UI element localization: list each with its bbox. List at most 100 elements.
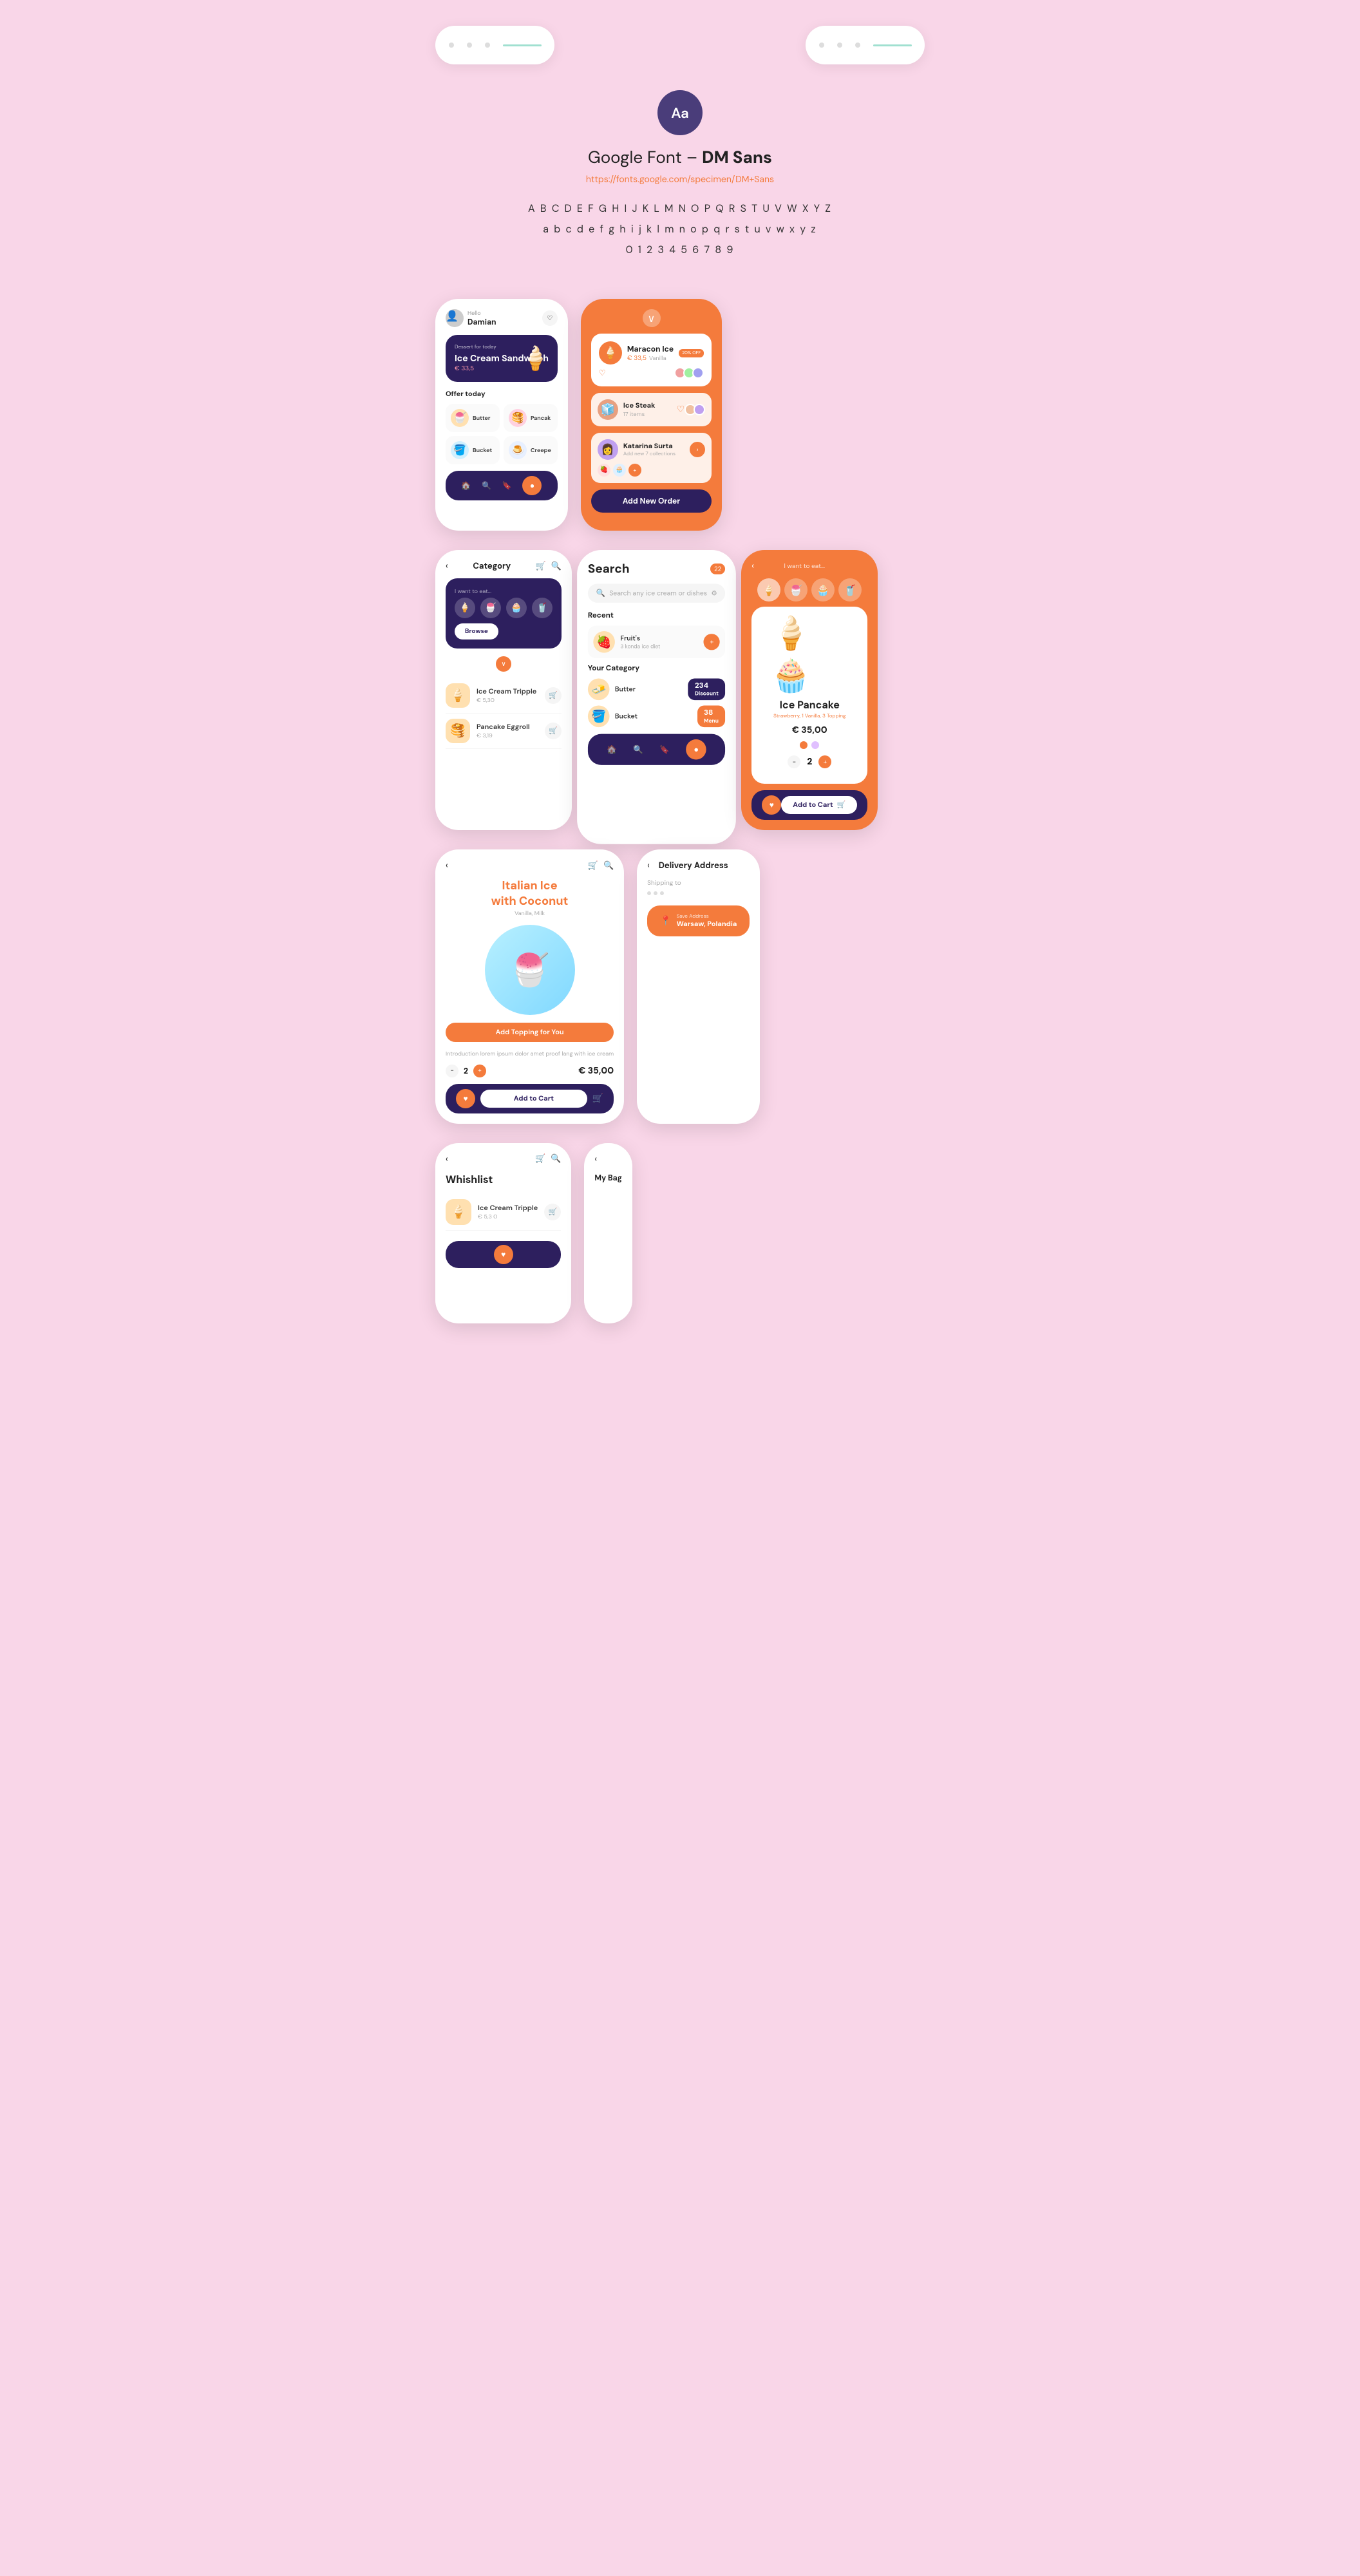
phone-wishlist: ‹ 🛒 🔍 Whishlist 🍦 Ice Cream Tripple € 5,… bbox=[435, 1143, 571, 1323]
p2-cat2-badge: 38 Menu bbox=[697, 706, 726, 728]
p1-item-butter[interactable]: 🍧 Butter bbox=[446, 404, 500, 432]
p1-bookmark-icon[interactable]: 🔖 bbox=[502, 480, 512, 491]
p5-product-title-line2: with Coconut bbox=[446, 895, 614, 909]
font-title: Google Font – DM Sans bbox=[528, 147, 832, 169]
p5-topping-btn[interactable]: Add Topping for You bbox=[446, 1023, 614, 1042]
p1-home-icon[interactable]: 🏠 bbox=[461, 480, 471, 491]
font-section: Aa Google Font – DM Sans https://fonts.g… bbox=[528, 90, 832, 260]
p4-category-icons: 🍦 🍧 🧁 🥤 bbox=[455, 598, 552, 618]
p6-plus-btn[interactable]: + bbox=[818, 755, 831, 768]
p5-fav-btn[interactable]: ♥ bbox=[456, 1089, 475, 1108]
p1-avatar: 👤 bbox=[446, 309, 464, 327]
p6-product-card: 🍦🧁 Ice Pancake Strawberry, 1 Vanilla, 3 … bbox=[751, 607, 867, 784]
p2-cat1-badge: 234 Discount bbox=[688, 679, 725, 701]
p6-minus-btn[interactable]: − bbox=[788, 755, 800, 768]
p6-add-to-cart-btn[interactable]: Add to Cart 🛒 bbox=[781, 796, 857, 814]
top-partial-phones bbox=[435, 26, 925, 64]
p2-search-title: Search bbox=[588, 561, 630, 577]
p1-nav-bar: 🏠 🔍 🔖 ● bbox=[446, 471, 558, 500]
p6-color-options bbox=[760, 741, 858, 749]
p2-cat-butter[interactable]: 🧈 Butter 234 Discount bbox=[588, 679, 725, 701]
p7-fav-btn[interactable]: ♥ bbox=[494, 1245, 513, 1264]
p8-dots bbox=[647, 891, 750, 895]
phone-home: 👤 Hello Damian ♡ Dessert for today Ice C… bbox=[435, 299, 568, 531]
p1-username: Damian bbox=[468, 317, 496, 327]
p5-cart-icon[interactable]: 🛒 bbox=[588, 860, 598, 871]
p6-cart-icon: 🛒 bbox=[837, 800, 846, 810]
p2-cat-bucket[interactable]: 🪣 Bucket 38 Menu bbox=[588, 706, 725, 728]
p5-minus-btn[interactable]: − bbox=[446, 1065, 458, 1077]
p3-katarina-card[interactable]: 👩 Katarina Surta Add new 7 collections ›… bbox=[591, 433, 712, 483]
p5-product-image: 🍧 bbox=[485, 925, 575, 1015]
p1-item-pancak[interactable]: 🥞 Pancak bbox=[504, 404, 558, 432]
p6-product-image: 🍦🧁 bbox=[771, 616, 848, 693]
p4-search-icon[interactable]: 🔍 bbox=[551, 561, 562, 572]
p6-quantity-row: − 2 + bbox=[760, 755, 858, 768]
p5-search-icon[interactable]: 🔍 bbox=[603, 860, 614, 871]
p2-notification-badge: 22 bbox=[710, 564, 725, 574]
p3-add-order-btn[interactable]: Add New Order bbox=[591, 489, 712, 513]
katarina-collection-icons: 🍓 🧁 + bbox=[598, 464, 705, 477]
p4-title: Category bbox=[473, 561, 511, 572]
phone-delivery: ‹ Delivery Address Shipping to 📍 Save Ad… bbox=[637, 849, 760, 1124]
p2-bookmark-icon[interactable]: 🔖 bbox=[659, 744, 670, 755]
p1-item-bucket[interactable]: 🪣 Bucket bbox=[446, 436, 500, 464]
p6-back-icon[interactable]: ‹ bbox=[751, 560, 754, 572]
font-link[interactable]: https://fonts.google.com/specimen/DM+San… bbox=[528, 174, 832, 185]
p2-search-bar[interactable]: 🔍 Search any ice cream or dishes ⚙ bbox=[588, 584, 725, 603]
p6-nav-bar: ♥ Add to Cart 🛒 bbox=[751, 790, 867, 820]
p2-search-nav-icon[interactable]: 🔍 bbox=[633, 744, 643, 755]
p3-ice-steak-card[interactable]: 🧊 Ice Steak 17 items ♡ bbox=[591, 393, 712, 426]
p2-recent-add-btn[interactable]: + bbox=[704, 634, 720, 650]
p3-chevron-icon[interactable]: ∨ bbox=[643, 309, 661, 327]
p6-favorite-btn[interactable]: ♥ bbox=[762, 795, 781, 815]
p2-active-btn[interactable]: ● bbox=[686, 739, 706, 760]
p7-search-icon[interactable]: 🔍 bbox=[551, 1153, 561, 1164]
p4-chevron-icon[interactable]: ∨ bbox=[496, 656, 511, 672]
p1-offers-grid: 🍧 Butter 🥞 Pancak 🪣 Bucket 🍮 Creepe bbox=[446, 404, 558, 464]
p3-avatars bbox=[677, 367, 704, 379]
p4-back-icon[interactable]: ‹ bbox=[446, 560, 448, 572]
p5-back-icon[interactable]: ‹ bbox=[446, 860, 448, 871]
katarina-arrow-icon[interactable]: › bbox=[690, 442, 705, 457]
p1-active-btn[interactable]: ● bbox=[522, 476, 542, 495]
p4-browse-btn[interactable]: Browse bbox=[455, 623, 498, 639]
p8-pin-icon: 📍 bbox=[660, 915, 671, 927]
p7-back-icon[interactable]: ‹ bbox=[446, 1153, 448, 1165]
p8-back-icon[interactable]: ‹ bbox=[647, 860, 650, 871]
p4-cart-icon[interactable]: 🛒 bbox=[536, 561, 546, 572]
p2-filter-icon[interactable]: ⚙ bbox=[711, 589, 717, 598]
phone-collection: ∨ 🍦 Maracon Ice € 33,5 Vanilla 20% OFF bbox=[581, 299, 722, 531]
p2-search-icon: 🔍 bbox=[596, 589, 605, 598]
p2-nav-bar: 🏠 🔍 🔖 ● bbox=[588, 734, 725, 765]
p4-item-2[interactable]: 🥞 Pancake Eggroll € 3,19 🛒 bbox=[446, 714, 562, 749]
p5-qty-row: − 2 + € 35,00 bbox=[446, 1065, 614, 1077]
font-badge: Aa bbox=[657, 90, 703, 135]
p3-maracon-card[interactable]: 🍦 Maracon Ice € 33,5 Vanilla 20% OFF ♡ bbox=[591, 334, 712, 386]
p5-plus-btn[interactable]: + bbox=[473, 1065, 486, 1077]
p4-purple-banner: I want to eat... 🍦 🍧 🧁 🥤 Browse bbox=[446, 578, 562, 649]
phone-category: ‹ Category 🛒 🔍 I want to eat... 🍦 🍧 🧁 🥤 bbox=[435, 550, 572, 830]
p2-recent-item[interactable]: 🍓 Fruit's 3 konda ice diet + bbox=[588, 626, 725, 658]
p1-search-nav-icon[interactable]: 🔍 bbox=[482, 480, 491, 491]
p7-wishlist-item-1[interactable]: 🍦 Ice Cream Tripple € 5,3 0 🛒 bbox=[446, 1194, 561, 1231]
p5-cart-nav-icon[interactable]: 🛒 bbox=[592, 1093, 603, 1104]
p4-item-1[interactable]: 🍦 Ice Cream Tripple € 5,30 🛒 bbox=[446, 678, 562, 714]
phone-italian-ice: ‹ 🛒 🔍 Italian Ice with Coconut Vanilla, … bbox=[435, 849, 624, 1124]
p5-product-title-line1: Italian Ice bbox=[446, 879, 614, 893]
p7-cart-btn[interactable]: 🛒 bbox=[544, 1204, 561, 1220]
p4-cart-btn-2[interactable]: 🛒 bbox=[545, 723, 562, 739]
bag-back-icon[interactable]: ‹ bbox=[594, 1153, 597, 1165]
p5-nav-bar: ♥ Add to Cart 🛒 bbox=[446, 1084, 614, 1113]
p1-item-creepe[interactable]: 🍮 Creepe bbox=[504, 436, 558, 464]
p7-cart-icon[interactable]: 🛒 bbox=[535, 1153, 545, 1164]
p4-cart-btn-1[interactable]: 🛒 bbox=[545, 687, 562, 704]
katarina-plus-icon[interactable]: + bbox=[628, 464, 641, 477]
p8-address-btn[interactable]: 📍 Save Address Warsaw, Polandia bbox=[647, 905, 750, 936]
p3-like-icon[interactable]: ♡ bbox=[599, 368, 606, 378]
phone-bag-partial: ‹ My Bag bbox=[584, 1143, 632, 1323]
p2-home-icon[interactable]: 🏠 bbox=[607, 744, 617, 755]
p5-add-to-cart-btn[interactable]: Add to Cart bbox=[480, 1090, 587, 1108]
p8-delivery-title: Delivery Address bbox=[659, 860, 728, 871]
p1-favorite-icon[interactable]: ♡ bbox=[542, 310, 558, 326]
